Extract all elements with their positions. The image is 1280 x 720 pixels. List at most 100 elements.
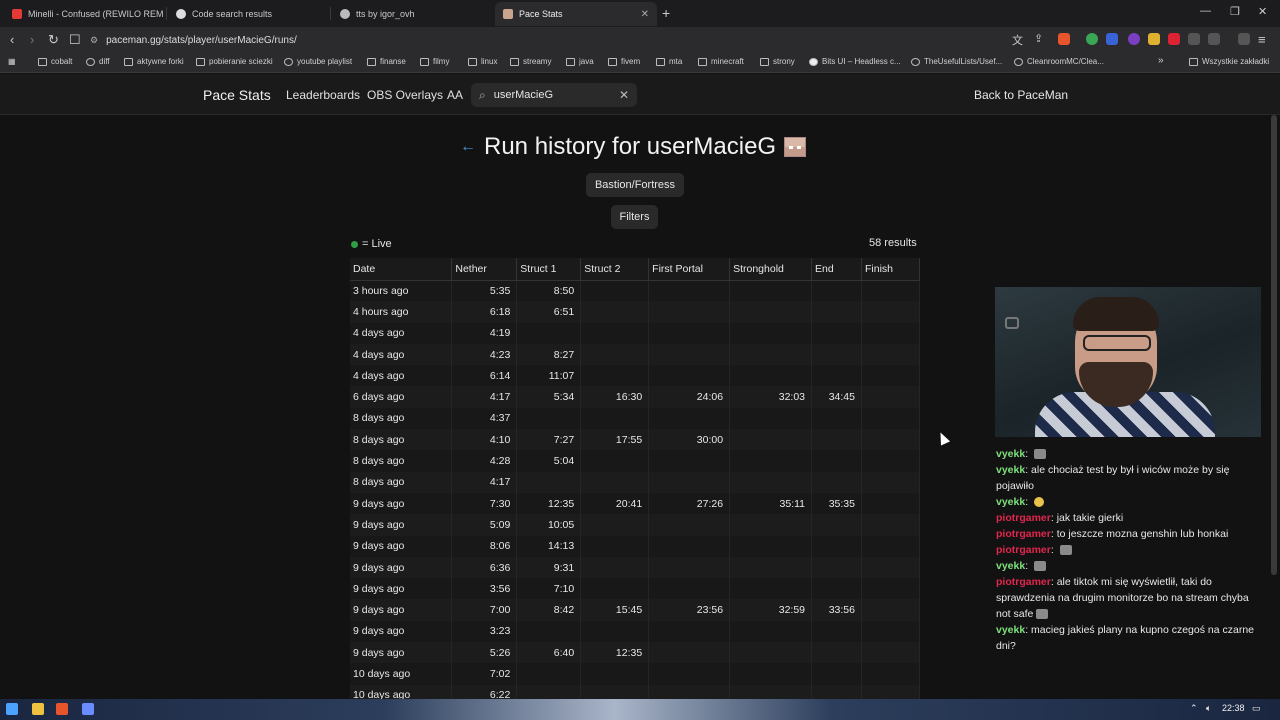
column-header-stronghold[interactable]: Stronghold (729, 258, 813, 281)
apps-icon[interactable]: ▦ (8, 57, 16, 66)
nav-obs-overlays[interactable]: OBS Overlays (367, 88, 443, 102)
reload-icon[interactable]: ↻ (48, 32, 59, 48)
bookmark-item[interactable]: strony (760, 57, 795, 66)
category-button[interactable]: Bastion/Fortress (586, 173, 684, 197)
page-scrollbar[interactable] (1271, 115, 1277, 575)
extension-wave-icon[interactable] (1106, 33, 1118, 45)
chat-username[interactable]: vyekk (996, 624, 1025, 636)
minimize-icon[interactable]: — (1200, 5, 1211, 17)
chat-username[interactable]: piotrgamer (996, 512, 1051, 524)
url-field[interactable]: ⚙ paceman.gg/stats/player/userMacieG/run… (90, 31, 990, 49)
bookmark-item[interactable]: youtube playlist (284, 57, 352, 66)
nav-leaderboards[interactable]: Leaderboards (286, 88, 360, 102)
chat-username[interactable]: vyekk (996, 464, 1025, 476)
bookmarks-overflow-icon[interactable]: » (1158, 55, 1164, 66)
chat-username[interactable]: piotrgamer (996, 576, 1051, 588)
bookmark-icon[interactable]: ☐ (69, 32, 81, 48)
all-bookmarks-button[interactable]: Wszystkie zakładki (1189, 57, 1269, 66)
table-row[interactable]: 4 days ago 4:23 8:27 (350, 343, 921, 366)
bookmark-item[interactable]: java (566, 57, 594, 66)
chat-username[interactable]: vyekk (996, 496, 1025, 508)
translate-icon[interactable]: 文 (1012, 32, 1023, 48)
table-row[interactable]: 9 days ago 7:30 12:35 20:41 27:26 35:11 35:35 (350, 492, 921, 515)
bookmark-item[interactable]: CleanroomMC/Clea... (1014, 57, 1104, 66)
table-row[interactable]: 9 days ago 6:36 9:31 (350, 556, 921, 579)
tray-chevron-icon[interactable]: ⌃ (1190, 703, 1198, 714)
column-header-finish[interactable]: Finish (861, 258, 921, 281)
back-arrow-icon[interactable]: ← (460, 138, 476, 156)
sidebar-icon[interactable] (1208, 33, 1220, 45)
filters-button[interactable]: Filters (611, 205, 658, 229)
notifications-icon[interactable]: ▭ (1252, 703, 1261, 714)
chat-username[interactable]: piotrgamer (996, 528, 1051, 540)
table-row[interactable]: 10 days ago 7:02 (350, 663, 921, 685)
bookmark-item[interactable]: Bits UI – Headless c... (809, 57, 901, 66)
windows-start-icon[interactable] (6, 703, 18, 715)
chat-username[interactable]: vyekk (996, 448, 1025, 460)
bookmark-item[interactable]: aktywne forki (124, 57, 184, 66)
column-header-struct2[interactable]: Struct 2 (580, 258, 650, 281)
table-row[interactable]: 9 days ago 3:56 7:10 (350, 578, 921, 600)
back-to-paceman-link[interactable]: Back to PaceMan (974, 88, 1068, 102)
bookmark-item[interactable]: TheUsefulLists/Usef... (911, 57, 1002, 66)
bookmark-item[interactable]: linux (468, 57, 497, 66)
table-row[interactable]: 8 days ago 4:10 7:27 17:55 30:00 (350, 429, 921, 451)
column-header-first-portal[interactable]: First Portal (648, 258, 731, 281)
nav-aa[interactable]: AA (447, 88, 463, 102)
extension-check-icon[interactable] (1086, 33, 1098, 45)
table-row[interactable]: 8 days ago 4:17 (350, 471, 921, 493)
media-icon[interactable] (1238, 33, 1250, 45)
table-row[interactable]: 9 days ago 5:09 10:05 (350, 514, 921, 536)
bookmark-item[interactable]: pobieranie sciezki (196, 57, 273, 66)
table-row[interactable]: 6 days ago 4:17 5:34 16:30 24:06 32:03 34:45 (350, 386, 921, 408)
table-row[interactable]: 9 days ago 5:26 6:40 12:35 (350, 642, 921, 664)
close-window-icon[interactable]: ✕ (1258, 5, 1267, 18)
clear-search-icon[interactable]: ✕ (619, 88, 629, 102)
restore-icon[interactable]: ❐ (1230, 5, 1240, 18)
extension-icon[interactable] (1148, 33, 1160, 45)
player-search[interactable]: ⌕ userMacieG ✕ (471, 83, 637, 107)
table-row[interactable]: 9 days ago 8:06 14:13 (350, 535, 921, 557)
column-header-nether[interactable]: Nether (451, 258, 518, 281)
forward-icon[interactable]: › (30, 32, 34, 47)
extension-pen-icon[interactable] (1168, 33, 1180, 45)
bookmark-item[interactable]: filmy (420, 57, 449, 66)
menu-icon[interactable]: ≡ (1258, 32, 1266, 47)
table-row[interactable]: 9 days ago 7:00 8:42 15:45 23:56 32:59 33:56 (350, 599, 921, 621)
volume-icon[interactable]: 🔈︎ (1206, 703, 1211, 714)
table-row[interactable]: 4 days ago 4:19 (350, 322, 921, 344)
app-icon[interactable] (82, 703, 94, 715)
new-tab-button[interactable]: + (662, 5, 670, 21)
extensions-puzzle-icon[interactable] (1188, 33, 1200, 45)
file-explorer-icon[interactable] (32, 703, 44, 715)
table-row[interactable]: 8 days ago 4:37 (350, 407, 921, 430)
clock-time[interactable]: 22:38 (1222, 703, 1245, 713)
brand-link[interactable]: Pace Stats (203, 87, 271, 103)
bookmark-item[interactable]: streamy (510, 57, 551, 66)
search-input[interactable]: userMacieG (494, 89, 611, 101)
bookmark-item[interactable]: diff (86, 57, 110, 66)
brave-browser-icon[interactable] (56, 703, 68, 715)
bookmark-item[interactable]: mta (656, 57, 682, 66)
twitch-extension-icon[interactable] (1128, 33, 1140, 45)
column-header-date[interactable]: Date (350, 258, 453, 281)
tab-tts[interactable]: tts by igor_ovh (332, 2, 492, 26)
bookmark-item[interactable]: fivem (608, 57, 640, 66)
bookmark-item[interactable]: finanse (367, 57, 406, 66)
tab-code-search[interactable]: Code search results (168, 2, 328, 26)
back-icon[interactable]: ‹ (10, 32, 14, 47)
table-row[interactable]: 4 days ago 6:14 11:07 (350, 365, 921, 387)
table-row[interactable]: 3 hours ago 5:35 8:50 (350, 280, 921, 302)
bookmark-item[interactable]: minecraft (698, 57, 744, 66)
site-info-icon[interactable]: ⚙ (90, 35, 98, 46)
table-row[interactable]: 9 days ago 3:23 (350, 620, 921, 643)
share-icon[interactable]: ⇪ (1034, 32, 1043, 45)
close-tab-icon[interactable]: ✕ (641, 9, 649, 20)
bookmark-item[interactable]: cobalt (38, 57, 72, 66)
column-header-end[interactable]: End (811, 258, 862, 281)
table-row[interactable]: 8 days ago 4:28 5:04 (350, 450, 921, 472)
chat-username[interactable]: vyekk (996, 560, 1025, 572)
tab-pace-stats[interactable]: Pace Stats ✕ (495, 2, 657, 26)
chat-username[interactable]: piotrgamer (996, 544, 1051, 556)
brave-shield-icon[interactable] (1058, 33, 1070, 45)
